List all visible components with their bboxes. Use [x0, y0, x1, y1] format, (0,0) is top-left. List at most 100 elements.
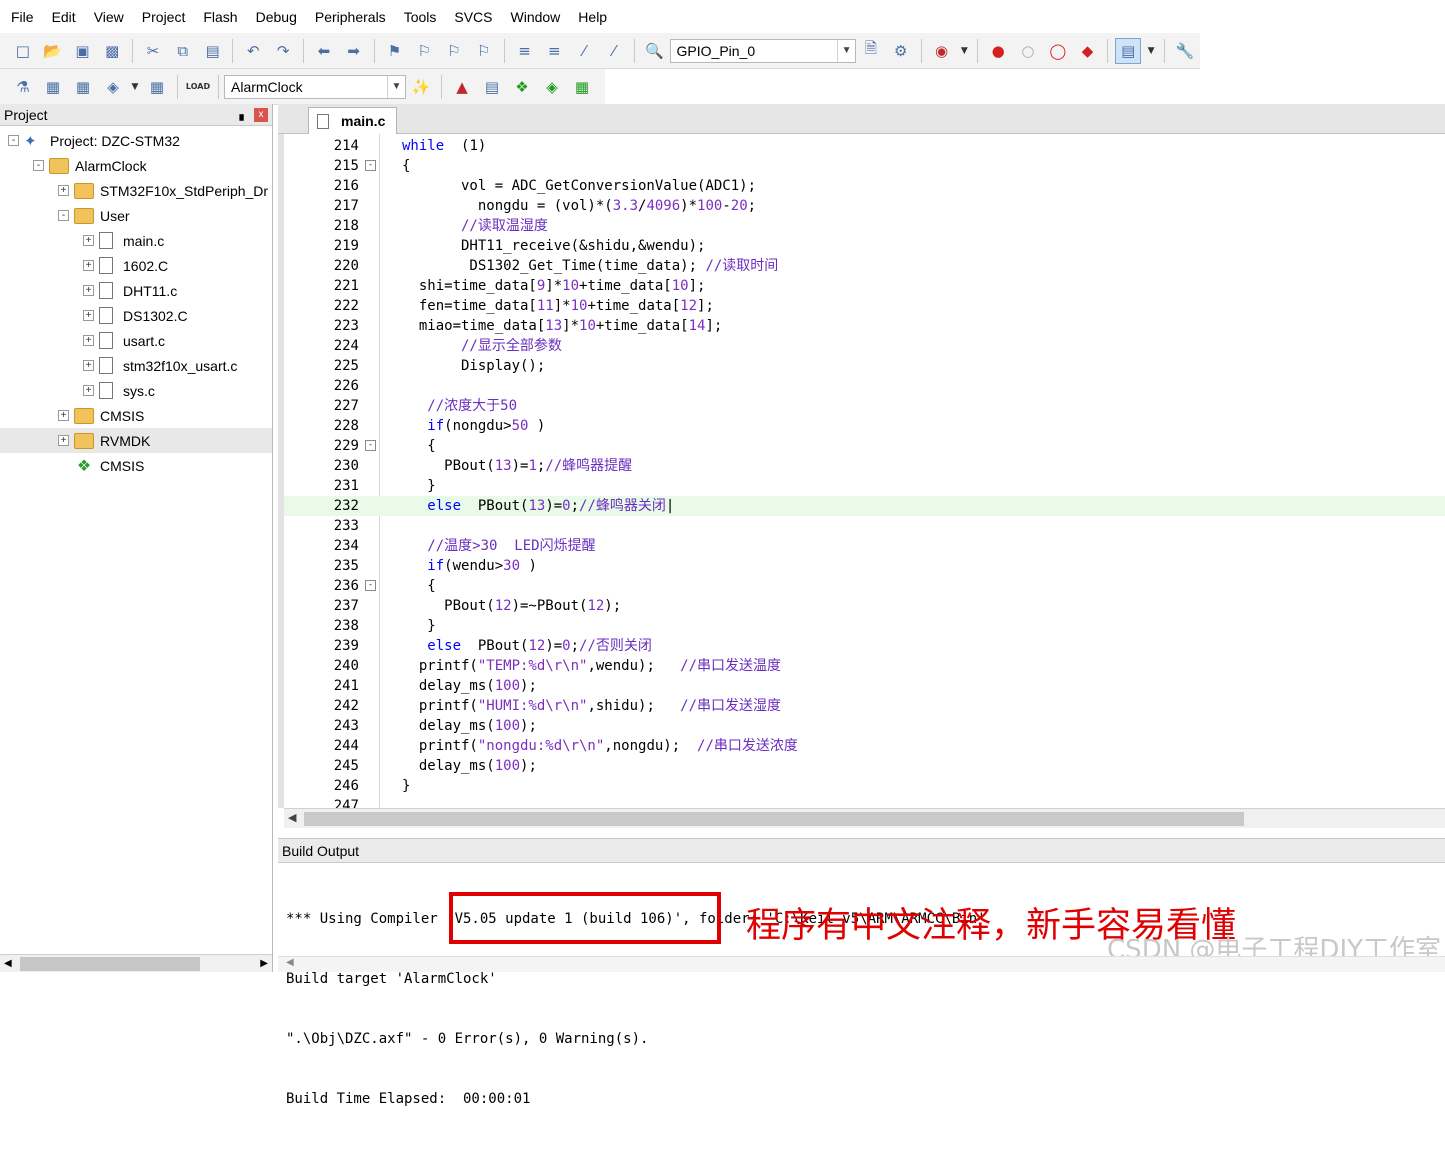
tree-item[interactable]: - AlarmClock — [0, 153, 272, 178]
build-icon[interactable]: ▦ — [40, 74, 66, 100]
code-line[interactable]: 226 — [284, 376, 1445, 396]
cut-icon[interactable]: ✂ — [140, 38, 166, 64]
clear-bookmarks-icon[interactable]: ⚐ — [471, 38, 497, 64]
comment-icon[interactable]: ⁄ — [571, 38, 597, 64]
code-line[interactable]: 241 delay_ms(100); — [284, 676, 1445, 696]
tree-item[interactable]: + DHT11.c — [0, 278, 272, 303]
expand-icon[interactable]: + — [58, 435, 69, 446]
load-icon[interactable]: LOAD — [185, 74, 211, 100]
expand-icon[interactable]: + — [83, 360, 94, 371]
run-time-environment-icon[interactable]: ❖ — [509, 74, 535, 100]
tree-item[interactable]: + CMSIS — [0, 403, 272, 428]
tree-item[interactable]: + usart.c — [0, 328, 272, 353]
scrollbar-thumb[interactable] — [304, 812, 1244, 826]
code-line[interactable]: 230 PBout(13)=1;//蜂鸣器提醒 — [284, 456, 1445, 476]
fold-collapse-icon[interactable]: - — [365, 160, 376, 171]
redo-icon[interactable]: ↷ — [270, 38, 296, 64]
code-line[interactable]: 231 } — [284, 476, 1445, 496]
menu-item-flash[interactable]: Flash — [194, 0, 246, 34]
tree-item[interactable]: +1602.C — [0, 253, 272, 278]
find-in-files-icon[interactable]: 🔍 — [642, 38, 668, 64]
open-file-icon[interactable]: 📂 — [40, 38, 66, 64]
tree-item[interactable]: - User — [0, 203, 272, 228]
code-line[interactable]: 245 delay_ms(100); — [284, 756, 1445, 776]
nav-forward-icon[interactable]: ➡ — [341, 38, 367, 64]
bookmark-icon[interactable]: ⚑ — [382, 38, 408, 64]
code-line[interactable]: 229- { — [284, 436, 1445, 456]
code-line[interactable]: 237 PBout(12)=~PBout(12); — [284, 596, 1445, 616]
chevron-down-icon[interactable]: ▼ — [1145, 38, 1157, 64]
code-line[interactable]: 235 if(wendu>30 ) — [284, 556, 1445, 576]
menu-item-peripherals[interactable]: Peripherals — [306, 0, 395, 34]
stop-build-icon[interactable]: ▦ — [144, 74, 170, 100]
target-select[interactable]: AlarmClock ▼ — [224, 74, 406, 99]
tree-item[interactable]: + main.c — [0, 228, 272, 253]
code-line[interactable]: 246} — [284, 776, 1445, 796]
next-bookmark-icon[interactable]: ⚐ — [441, 38, 467, 64]
menu-item-svcs[interactable]: SVCS — [445, 0, 501, 34]
target-options-icon[interactable]: ✨ — [408, 74, 434, 100]
expand-icon[interactable]: + — [83, 235, 94, 246]
tree-item[interactable]: ❖ CMSIS — [0, 453, 272, 478]
nav-back-icon[interactable]: ⬅ — [311, 38, 337, 64]
code-line[interactable]: 227 //浓度大于50 — [284, 396, 1445, 416]
prev-bookmark-icon[interactable]: ⚐ — [411, 38, 437, 64]
indent-icon[interactable]: ≡ — [512, 38, 538, 64]
scroll-right-icon[interactable]: ▶ — [260, 958, 268, 969]
code-line[interactable]: 225 Display(); — [284, 356, 1445, 376]
fold-collapse-icon[interactable]: - — [365, 580, 376, 591]
code-line[interactable]: 240 printf("TEMP:%d\r\n",wendu); //串口发送温… — [284, 656, 1445, 676]
code-line[interactable]: 221 shi=time_data[9]*10+time_data[10]; — [284, 276, 1445, 296]
configure-wrench-icon[interactable]: 🔧 — [1172, 38, 1198, 64]
close-icon[interactable]: x — [254, 107, 268, 122]
select-packs-icon[interactable]: ▦ — [569, 74, 595, 100]
code-line[interactable]: 228 if(nongdu>50 ) — [284, 416, 1445, 436]
chevron-down-icon[interactable]: ▼ — [837, 39, 855, 62]
find-icon[interactable]: 🗎 — [858, 38, 884, 64]
code-editor[interactable]: 214 while (1) 215-{216 vol = ADC_GetConver… — [278, 134, 1445, 814]
menu-item-project[interactable]: Project — [133, 0, 195, 34]
code-line[interactable]: 236- { — [284, 576, 1445, 596]
pin-icon[interactable]: ▖ — [240, 108, 248, 121]
disable-breakpoint-icon[interactable]: ○ — [1015, 38, 1041, 64]
code-line[interactable]: 223 miao=time_data[13]*10+time_data[14]; — [284, 316, 1445, 336]
collapse-icon[interactable]: - — [58, 210, 69, 221]
expand-icon[interactable]: + — [58, 410, 69, 421]
breakpoint-icon[interactable]: ● — [985, 38, 1011, 64]
menu-item-edit[interactable]: Edit — [43, 0, 85, 34]
unindent-icon[interactable]: ≡ — [541, 38, 567, 64]
manage-components-icon[interactable]: ▲ — [449, 74, 475, 100]
menu-item-help[interactable]: Help — [569, 0, 616, 34]
code-line[interactable]: 214 while (1) — [284, 136, 1445, 156]
tree-item[interactable]: + sys.c — [0, 378, 272, 403]
batch-build-icon[interactable]: ◈ — [100, 74, 126, 100]
menu-item-view[interactable]: View — [85, 0, 133, 34]
find-combo[interactable]: GPIO_Pin_0 ▼ — [669, 38, 857, 63]
expand-icon[interactable]: + — [83, 285, 94, 296]
scroll-left-icon[interactable]: ◀ — [288, 811, 296, 824]
code-line[interactable]: 224 //显示全部参数 — [284, 336, 1445, 356]
code-line[interactable]: 234 //温度>30 LED闪烁提醒 — [284, 536, 1445, 556]
code-line[interactable]: 232 else PBout(13)=0;//蜂鸣器关闭| — [284, 496, 1445, 516]
debug-session-icon[interactable]: ◉ — [929, 38, 955, 64]
code-line[interactable]: 216 vol = ADC_GetConversionValue(ADC1); — [284, 176, 1445, 196]
file-extensions-icon[interactable]: ▤ — [479, 74, 505, 100]
expand-icon[interactable]: + — [83, 310, 94, 321]
new-file-icon[interactable]: □ — [10, 38, 36, 64]
chevron-down-icon[interactable]: ▼ — [958, 38, 970, 64]
expand-icon[interactable]: + — [83, 385, 94, 396]
translate-icon[interactable]: ⚗ — [10, 74, 36, 100]
menu-item-debug[interactable]: Debug — [247, 0, 306, 34]
code-line[interactable]: 218 //读取温湿度 — [284, 216, 1445, 236]
tree-item[interactable]: + stm32f10x_usart.c — [0, 353, 272, 378]
expand-icon[interactable]: + — [83, 335, 94, 346]
fold-collapse-icon[interactable]: - — [365, 440, 376, 451]
chevron-down-icon[interactable]: ▼ — [130, 74, 140, 100]
expand-icon[interactable]: + — [83, 260, 94, 271]
scrollbar-thumb[interactable] — [20, 957, 200, 971]
code-line[interactable]: 242 printf("HUMI:%d\r\n",shidu); //串口发送湿… — [284, 696, 1445, 716]
tree-item[interactable]: + STM32F10x_StdPeriph_Dr — [0, 178, 272, 203]
expand-icon[interactable]: + — [58, 185, 69, 196]
tree-item[interactable]: + DS1302.C — [0, 303, 272, 328]
tab-main-c[interactable]: main.c — [308, 107, 397, 134]
